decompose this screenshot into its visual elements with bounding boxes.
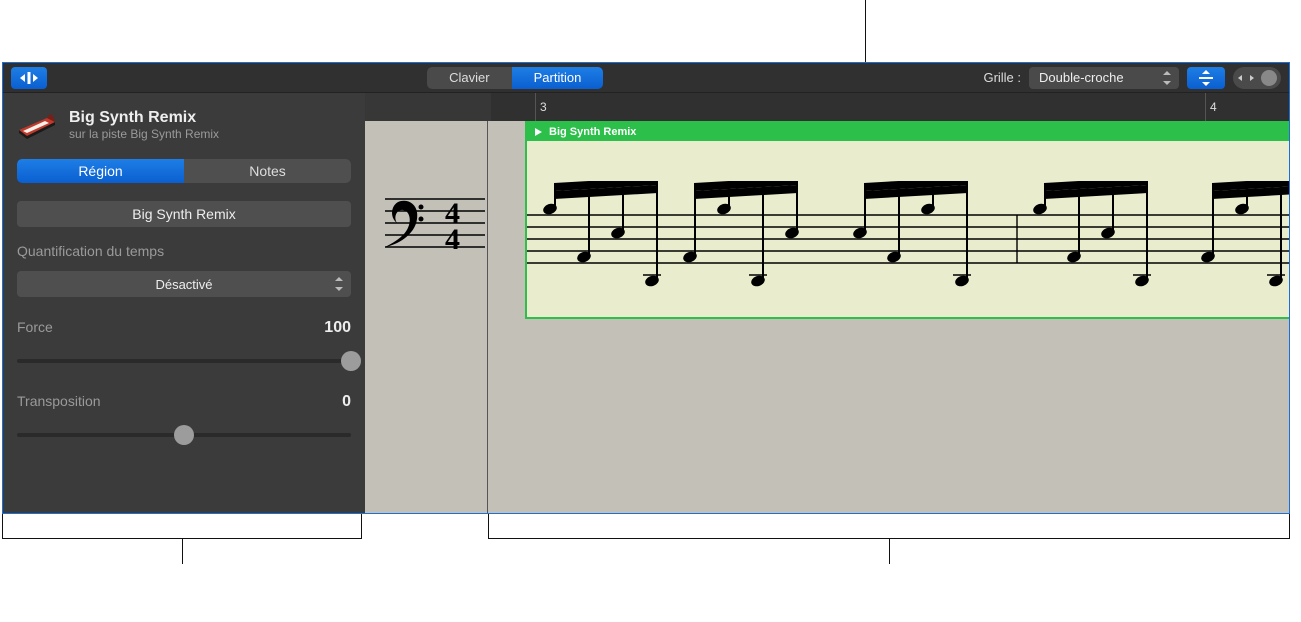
region-header[interactable]: Big Synth Remix (527, 123, 1289, 141)
region-name-field[interactable]: Big Synth Remix (17, 201, 351, 227)
ruler-tick: 3 (535, 93, 547, 121)
callout-bracket-inspector (2, 514, 362, 539)
quantize-label: Quantification du temps (17, 243, 351, 259)
catch-playhead-button[interactable] (11, 67, 47, 89)
view-mode-segmented: Clavier Partition (427, 67, 603, 89)
transpose-label: Transposition (17, 393, 101, 411)
vertical-autozoom-button[interactable] (1187, 67, 1225, 89)
link-toggle[interactable] (1233, 67, 1281, 89)
inspector-tabs: Région Notes (17, 159, 351, 183)
region-header-name: Big Synth Remix (549, 126, 636, 138)
force-label: Force (17, 319, 53, 337)
tab-notes[interactable]: Notes (184, 159, 351, 183)
track-header: Big Synth Remix sur la piste Big Synth R… (17, 109, 351, 141)
clef-and-timesig: 4 4 (385, 183, 485, 263)
callout-bracket-score (488, 514, 1290, 539)
quantize-value: Désactivé (155, 277, 212, 292)
score-body[interactable]: 4 4 Big Synth Remix (365, 121, 1289, 513)
force-slider[interactable] (17, 351, 351, 371)
ruler-tick: 4 (1205, 93, 1217, 121)
transpose-slider[interactable] (17, 425, 351, 445)
quantize-select[interactable]: Désactivé (17, 271, 351, 297)
playhead[interactable] (487, 121, 488, 513)
chevron-updown-icon (1163, 71, 1173, 85)
grid-select[interactable]: Double-croche (1029, 67, 1179, 89)
slider-thumb[interactable] (341, 351, 361, 371)
score-editor-window: Clavier Partition Grille : Double-croche (2, 62, 1290, 514)
transpose-value: 0 (342, 393, 351, 411)
force-value: 100 (324, 319, 351, 337)
grid-select-value: Double-croche (1039, 70, 1124, 85)
callout-line-top (865, 0, 866, 62)
toggle-knob (1261, 70, 1277, 86)
track-title: Big Synth Remix (69, 109, 219, 127)
tab-region[interactable]: Région (17, 159, 184, 183)
track-subtitle: sur la piste Big Synth Remix (69, 127, 219, 141)
chevron-updown-icon (335, 277, 345, 291)
grid-label: Grille : (983, 70, 1021, 85)
ruler[interactable]: 3 4 (365, 93, 1289, 121)
inspector-panel: Big Synth Remix sur la piste Big Synth R… (3, 93, 365, 513)
score-area: 3 4 4 (365, 93, 1289, 513)
toolbar: Clavier Partition Grille : Double-croche (3, 63, 1289, 93)
tab-clavier[interactable]: Clavier (427, 67, 511, 89)
keyboard-icon (17, 110, 57, 140)
svg-text:4: 4 (445, 223, 460, 256)
region-staff (527, 181, 1289, 301)
slider-thumb[interactable] (174, 425, 194, 445)
bass-clef-icon (385, 201, 417, 247)
tab-partition[interactable]: Partition (512, 67, 604, 89)
midi-region[interactable]: Big Synth Remix (525, 121, 1289, 319)
